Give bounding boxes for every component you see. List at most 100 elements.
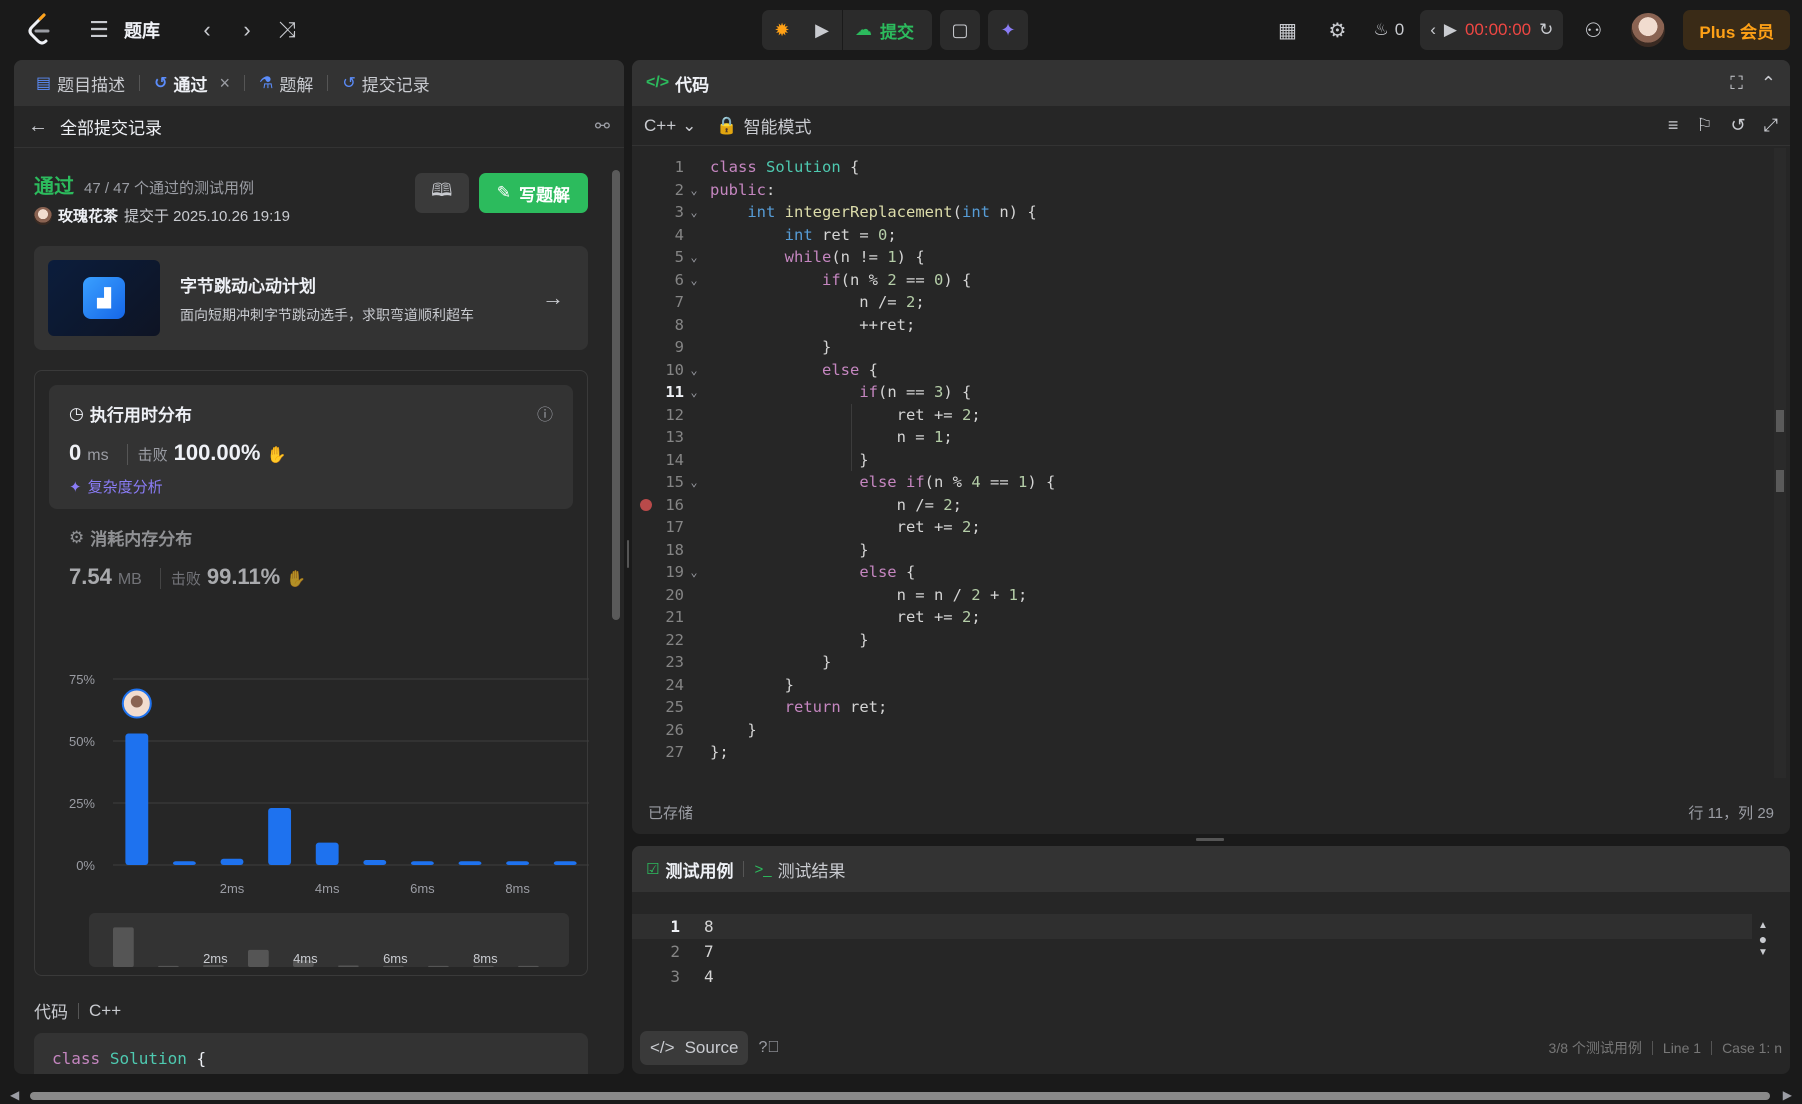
scroll-thumb[interactable]: ●: [1756, 931, 1770, 947]
chart-bar[interactable]: [268, 807, 292, 865]
tab-testcases[interactable]: ☑ 测试用例: [646, 857, 733, 882]
layout-icon[interactable]: ▦: [1267, 10, 1307, 50]
scroll-up-icon[interactable]: ▲: [1756, 920, 1770, 931]
tab-accepted[interactable]: ↺ 通过 ×: [146, 60, 238, 106]
chart-bar[interactable]: [172, 861, 196, 865]
tab-submissions[interactable]: ↺ 提交记录: [334, 60, 437, 106]
scroll-thumb[interactable]: [30, 1092, 1770, 1100]
complexity-analysis-link[interactable]: ✦ 复杂度分析: [69, 476, 553, 497]
scroll-left-icon[interactable]: ◀: [10, 1088, 19, 1102]
code-line: class Solution {: [52, 1049, 207, 1068]
promo-title: 字节跳动心动计划: [180, 276, 316, 296]
scroll-thumb[interactable]: [612, 170, 620, 620]
breakpoint-dot[interactable]: [640, 498, 652, 511]
share-link-icon[interactable]: ⚯: [595, 116, 610, 137]
fold-chevron-icon[interactable]: ⌄: [684, 363, 704, 377]
random-problem-icon[interactable]: ⤨: [272, 15, 302, 45]
format-icon[interactable]: ≡: [1668, 115, 1679, 136]
chart-bar[interactable]: [458, 861, 482, 865]
next-problem-icon[interactable]: ›: [232, 15, 262, 45]
fold-chevron-icon[interactable]: ⌄: [684, 385, 704, 399]
chart-bar[interactable]: [315, 842, 339, 865]
plus-member-button[interactable]: Plus 会员: [1683, 10, 1790, 50]
add-friend-icon[interactable]: ⚇: [1573, 10, 1613, 50]
settings-gear-icon[interactable]: ⚙: [1317, 10, 1357, 50]
notebook-button[interactable]: 🕮: [414, 173, 469, 213]
debug-icon[interactable]: ✹: [762, 10, 802, 50]
tab-test-results[interactable]: >_ 测试结果: [754, 857, 845, 882]
problem-list-link[interactable]: 题库: [124, 17, 160, 43]
chart-bar[interactable]: [410, 861, 434, 865]
close-icon[interactable]: ×: [220, 73, 231, 94]
test-status-bar: 3/8 个测试用例 Line 1 Case 1: n: [1549, 1038, 1782, 1058]
reset-code-icon[interactable]: ↺: [1731, 115, 1746, 136]
expand-icon[interactable]: ⤢: [1764, 115, 1778, 136]
fold-chevron-icon[interactable]: ⌄: [684, 565, 704, 579]
prev-problem-icon[interactable]: ‹: [192, 15, 222, 45]
scroll-down-icon[interactable]: ▼: [1756, 947, 1770, 958]
all-submissions-link[interactable]: 全部提交记录: [60, 114, 162, 139]
editor-scrollbar[interactable]: [1774, 148, 1786, 778]
code-function: integerReplacement: [784, 203, 953, 222]
fullscreen-icon[interactable]: ⛶: [1730, 73, 1743, 94]
submissions-subheader: ← 全部提交记录 ⚯: [14, 106, 624, 148]
run-icon[interactable]: ▶: [802, 10, 842, 50]
info-icon[interactable]: ⓘ: [537, 401, 553, 425]
fold-chevron-icon[interactable]: ⌄: [684, 183, 704, 197]
timer-reset-icon[interactable]: ↻: [1539, 20, 1553, 40]
smart-mode-toggle[interactable]: 🔒 智能模式: [716, 113, 811, 138]
horizontal-splitter[interactable]: [1196, 838, 1224, 841]
timer-collapse-icon[interactable]: ‹: [1430, 20, 1436, 40]
timer-play-icon[interactable]: ▶: [1444, 20, 1457, 40]
line-number: 21: [665, 608, 684, 627]
chart-bar[interactable]: [506, 861, 530, 865]
help-icon[interactable]: ?⃝: [758, 1039, 779, 1057]
mini-chart-bar: [338, 965, 359, 967]
runtime-distribution-chart[interactable]: 75% 50% 25% 0% 2ms 4ms 6ms 8ms: [49, 661, 599, 901]
code-editor[interactable]: 1 class Solution {2 ⌄ public: 3 ⌄ int integer…: [632, 148, 1790, 782]
tab-solutions[interactable]: ⚗ 题解: [251, 60, 321, 106]
back-arrow-icon[interactable]: ←: [28, 115, 48, 138]
code-line: 6 ⌄ if(n % 2 == 0) {: [632, 269, 1772, 292]
avatar[interactable]: [1631, 13, 1666, 47]
collapse-up-icon[interactable]: ⌃: [1761, 73, 1776, 94]
fold-chevron-icon[interactable]: ⌄: [684, 250, 704, 264]
divider: [1651, 1041, 1653, 1055]
fold-chevron-icon[interactable]: ⌄: [684, 273, 704, 287]
line-number: 22: [665, 630, 684, 649]
username[interactable]: 玫瑰花茶: [58, 205, 118, 226]
runtime-card[interactable]: ◷ 执行用时分布 ⓘ 0 ms 击败 100.00% ✋ ✦ 复杂度分析: [49, 385, 573, 509]
status-info: 通过 47 / 47 个通过的测试用例 玫瑰花茶 提交于 2025.10.26 …: [34, 170, 415, 226]
testcase-editor[interactable]: 18 27 34: [632, 914, 1752, 989]
fold-chevron-icon[interactable]: ⌄: [684, 475, 704, 489]
leetcode-logo[interactable]: [26, 13, 56, 47]
chart-bar[interactable]: [553, 861, 577, 865]
submission-status: 通过 47 / 47 个通过的测试用例 玫瑰花茶 提交于 2025.10.26 …: [34, 170, 588, 226]
ai-sparkle-icon[interactable]: ✦: [988, 10, 1028, 50]
page-horizontal-scrollbar[interactable]: ◀ ▶: [0, 1086, 1802, 1104]
line-number: 5: [674, 248, 684, 267]
promo-banner[interactable]: ▟ 字节跳动心动计划 面向短期冲刺字节跳动选手，求职弯道顺利超车 →: [34, 246, 588, 350]
testcase-scrollbar[interactable]: ▲ ● ▼: [1756, 920, 1770, 980]
code-line: 5 ⌄ while(n != 1) {: [632, 246, 1772, 269]
streak-counter[interactable]: ♨ 0: [1367, 20, 1410, 40]
scroll-right-icon[interactable]: ▶: [1783, 1088, 1792, 1102]
tab-description[interactable]: ▤ 题目描述: [28, 60, 133, 106]
chart-range-selector[interactable]: 2ms 4ms 6ms 8ms: [89, 913, 569, 967]
memory-card[interactable]: ⚙ 消耗内存分布 7.54 MB 击败 99.11% ✋: [49, 509, 573, 606]
language-select[interactable]: C++ ⌄: [644, 116, 696, 136]
chart-bar[interactable]: [363, 860, 387, 865]
write-solution-button[interactable]: ✎ 写题解: [478, 173, 588, 213]
list-icon[interactable]: ☰: [84, 15, 114, 45]
line-number: 3: [674, 203, 684, 222]
chart-bar[interactable]: [125, 733, 149, 865]
note-icon[interactable]: ▢: [940, 10, 980, 50]
submit-button[interactable]: ☁ 提交: [842, 10, 932, 50]
left-scrollbar[interactable]: [610, 156, 620, 1060]
vertical-splitter[interactable]: [626, 540, 630, 580]
bookmark-icon[interactable]: ⚐: [1696, 115, 1712, 136]
source-button[interactable]: </> Source: [640, 1031, 749, 1065]
code-number: 1: [887, 248, 897, 267]
fold-chevron-icon[interactable]: ⌄: [684, 205, 704, 219]
chart-bar[interactable]: [220, 858, 244, 865]
